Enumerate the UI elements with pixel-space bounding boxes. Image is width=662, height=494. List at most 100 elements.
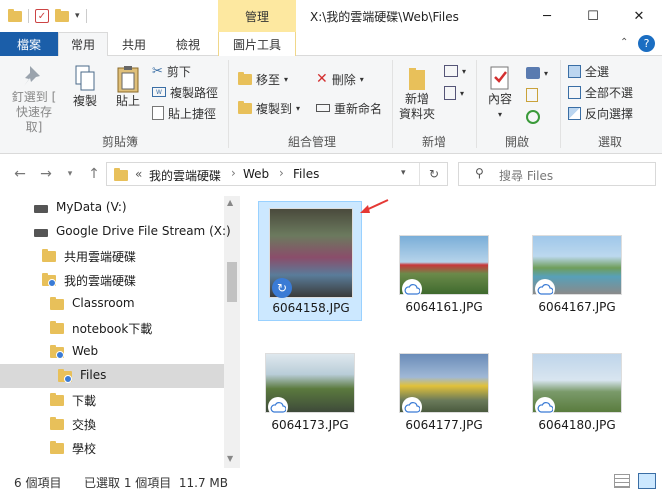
select-none-icon bbox=[568, 85, 581, 99]
copy-label: 複製 bbox=[72, 94, 97, 108]
open-button[interactable]: ▾ bbox=[526, 64, 548, 82]
copy-button[interactable]: 複製 bbox=[68, 64, 102, 109]
item-count: 6 個項目 bbox=[14, 476, 62, 490]
properties-button[interactable]: 內容 ▾ bbox=[480, 64, 520, 122]
chevron-down-icon: ▾ bbox=[497, 110, 502, 119]
large-icons-view-icon[interactable] bbox=[638, 473, 656, 489]
back-button[interactable]: ← bbox=[10, 164, 30, 184]
file-tile[interactable]: 6064177.JPG bbox=[392, 319, 496, 439]
chevron-down-icon: ▾ bbox=[462, 66, 467, 76]
new-item-button[interactable]: ▾ bbox=[444, 62, 466, 80]
move-to-button[interactable]: 移至 ▾ bbox=[238, 70, 288, 88]
nav-item[interactable]: 交換 bbox=[0, 412, 224, 436]
selection-info: 已選取 1 個項目 11.7 MB bbox=[84, 476, 229, 490]
maximize-button[interactable]: ☐ bbox=[570, 0, 616, 32]
details-view-icon[interactable] bbox=[614, 474, 630, 488]
maximize-icon: ☐ bbox=[587, 8, 599, 24]
divider bbox=[392, 60, 393, 148]
pin-quick-access-button[interactable]: 釘選到 [ 快速存取] bbox=[8, 64, 60, 135]
tab-view[interactable]: 檢視 bbox=[160, 32, 216, 56]
nav-item-label: Classroom bbox=[72, 296, 135, 310]
search-box[interactable]: ⚲ 搜尋 Files bbox=[458, 162, 656, 186]
edit-button[interactable] bbox=[526, 86, 538, 104]
nav-item[interactable]: 下載 bbox=[0, 388, 224, 412]
nav-item[interactable]: 學校 bbox=[0, 436, 224, 460]
new-folder-icon[interactable] bbox=[55, 8, 69, 22]
folder-icon bbox=[50, 393, 64, 406]
manage-label: 管理 bbox=[244, 9, 269, 24]
file-tile[interactable]: 6064161.JPG bbox=[392, 201, 496, 321]
new-folder-button[interactable]: 新增 資料夾 bbox=[396, 64, 438, 122]
nav-item[interactable]: Files bbox=[0, 364, 224, 388]
nav-item[interactable]: 我的雲端硬碟 bbox=[0, 268, 224, 292]
copy-to-button[interactable]: 複製到 ▾ bbox=[238, 99, 300, 117]
cut-button[interactable]: ✂ 剪下 bbox=[152, 62, 191, 80]
scroll-up-icon[interactable]: ▲ bbox=[227, 198, 233, 207]
address-bar[interactable]: « 我的雲端硬碟 › Web › Files ▾ ↻ bbox=[106, 162, 448, 186]
paste-button[interactable]: 貼上 bbox=[110, 64, 146, 109]
nav-item-label: 交換 bbox=[72, 418, 97, 432]
easy-access-button[interactable]: ▾ bbox=[444, 84, 464, 102]
breadcrumb-item[interactable]: 我的雲端硬碟 bbox=[149, 167, 221, 184]
properties-label: 內容 bbox=[487, 92, 512, 106]
address-dropdown-icon[interactable]: ▾ bbox=[401, 168, 406, 178]
forward-arrow-icon: → bbox=[40, 166, 52, 182]
nav-item[interactable]: MyData (V:) bbox=[0, 196, 224, 220]
nav-item[interactable]: Web bbox=[0, 340, 224, 364]
file-tile[interactable]: 6064180.JPG bbox=[525, 319, 629, 439]
file-name: 6064173.JPG bbox=[271, 418, 349, 432]
qat-dropdown-icon[interactable]: ▾ bbox=[75, 11, 80, 21]
delete-button[interactable]: ✕ 刪除 ▾ bbox=[316, 70, 364, 88]
tab-picture-tools[interactable]: 圖片工具 bbox=[218, 32, 296, 56]
paste-shortcut-button[interactable]: 貼上捷徑 bbox=[152, 104, 216, 122]
history-button[interactable] bbox=[526, 108, 540, 126]
quick-access-toolbar: ✓ ▾ bbox=[0, 0, 87, 32]
forward-button[interactable]: → bbox=[36, 164, 56, 184]
nav-item[interactable]: Classroom bbox=[0, 292, 224, 316]
properties-icon bbox=[490, 66, 509, 90]
scroll-thumb[interactable] bbox=[227, 262, 237, 302]
scroll-down-icon[interactable]: ▼ bbox=[227, 454, 233, 463]
copy-icon bbox=[75, 65, 95, 91]
minimize-button[interactable]: ─ bbox=[524, 0, 570, 32]
select-all-button[interactable]: 全選 bbox=[568, 62, 609, 80]
organize-group-label: 組合管理 bbox=[287, 135, 336, 149]
nav-item-label: 學校 bbox=[72, 442, 97, 456]
history-clock-icon bbox=[526, 110, 540, 124]
cloud-status-icon bbox=[535, 279, 555, 299]
chevron-down-icon: ▾ bbox=[359, 74, 364, 84]
drive-icon bbox=[34, 229, 48, 237]
file-tile[interactable]: 6064167.JPG bbox=[525, 201, 629, 321]
up-button[interactable]: ↑ bbox=[84, 164, 104, 184]
tab-share[interactable]: 共用 bbox=[110, 32, 158, 56]
refresh-icon[interactable]: ↻ bbox=[419, 163, 448, 185]
copy-path-icon: W bbox=[152, 87, 166, 97]
breadcrumb-item[interactable]: Web bbox=[243, 167, 269, 181]
close-icon: ✕ bbox=[633, 8, 645, 24]
help-icon[interactable]: ? bbox=[638, 35, 655, 52]
move-folder-icon bbox=[238, 71, 252, 85]
rename-button[interactable]: 重新命名 bbox=[316, 99, 382, 117]
manage-context-tab[interactable]: 管理 bbox=[218, 0, 296, 32]
nav-item[interactable]: 共用雲端硬碟 bbox=[0, 244, 224, 268]
easy-access-icon bbox=[444, 86, 456, 100]
nav-item[interactable]: notebook下載 bbox=[0, 316, 224, 340]
file-tile[interactable]: ↻ 6064158.JPG bbox=[258, 201, 362, 321]
breadcrumb-overflow[interactable]: « bbox=[135, 167, 142, 181]
breadcrumb-item[interactable]: Files bbox=[293, 167, 319, 181]
nav-item[interactable]: Google Drive File Stream (X:) bbox=[0, 220, 231, 244]
invert-selection-button[interactable]: 反向選擇 bbox=[568, 104, 633, 122]
copy-path-button[interactable]: W 複製路徑 bbox=[152, 83, 218, 101]
tab-file[interactable]: 檔案 bbox=[0, 32, 58, 56]
edit-pencil-icon bbox=[526, 88, 538, 102]
properties-check-icon[interactable]: ✓ bbox=[35, 9, 49, 23]
close-button[interactable]: ✕ bbox=[616, 0, 662, 32]
recent-locations-button[interactable]: ▾ bbox=[60, 164, 80, 184]
chevron-down-icon: ▾ bbox=[296, 103, 301, 113]
tab-home[interactable]: 常用 bbox=[58, 32, 108, 57]
folder-icon bbox=[50, 417, 64, 430]
file-tile[interactable]: 6064173.JPG bbox=[258, 319, 362, 439]
select-none-button[interactable]: 全部不選 bbox=[568, 83, 633, 101]
chevron-down-icon: ▾ bbox=[460, 88, 465, 98]
ribbon-collapse-icon[interactable]: ⌃ bbox=[620, 37, 628, 48]
